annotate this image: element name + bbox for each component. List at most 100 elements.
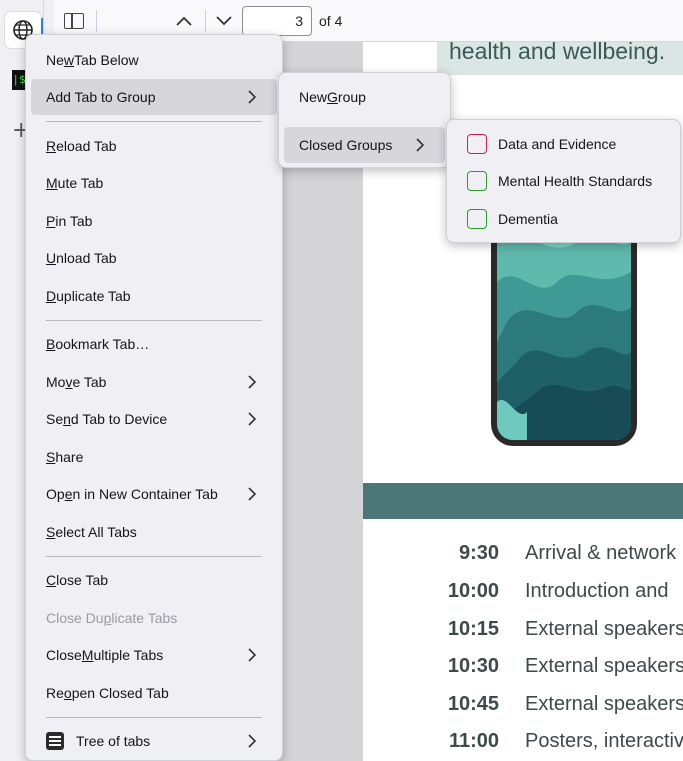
menu-label: Ne (46, 52, 64, 68)
schedule-text: Introduction and (525, 580, 669, 602)
schedule-row: 11:00 Posters, interactiv (363, 730, 683, 760)
group-color-swatch (467, 209, 487, 229)
schedule-time: 10:00 (447, 580, 499, 602)
menu-item-reload-tab[interactable]: Reload Tab (31, 128, 277, 164)
access-key: S (46, 449, 56, 465)
access-key: M (81, 647, 94, 663)
page-count-label: of 4 (319, 13, 343, 29)
sidebar-toggle-icon[interactable] (64, 13, 84, 29)
menu-label: hare (55, 449, 84, 465)
chevron-right-icon (248, 90, 257, 104)
menu-separator (46, 320, 262, 321)
schedule-text: External speakers (525, 618, 683, 640)
access-key: w (63, 52, 75, 68)
access-key: p (103, 610, 112, 626)
page-number-input[interactable]: 3 (242, 6, 312, 36)
menu-item-close-duplicate-tabs[interactable]: Close Du p licate Tabs (31, 600, 277, 636)
menu-label: Tab Below (74, 52, 139, 68)
previous-page-button[interactable] (172, 10, 196, 32)
menu-item-share[interactable]: Share (31, 439, 277, 475)
schedule-time: 10:45 (447, 693, 499, 715)
menu-label: Data and Evidence (498, 136, 617, 152)
menu-item-duplicate-tab[interactable]: Duplicate Tab (31, 278, 277, 314)
schedule-time: 10:30 (447, 655, 499, 677)
terminal-tab-icon[interactable]: |$ (12, 70, 26, 90)
menu-item-group-mental-health-standards[interactable]: Mental Health Standards (452, 163, 675, 199)
schedule-time: 11:00 (448, 730, 499, 752)
schedule-row: 9:30 Arrival & network (363, 542, 683, 572)
access-key: e (64, 486, 73, 502)
access-key: P (46, 213, 56, 229)
menu-item-group-dementia[interactable]: Dementia (452, 201, 675, 237)
section-divider-bar (363, 483, 683, 519)
access-key: C (46, 572, 57, 588)
chevron-right-icon (248, 412, 257, 426)
chevron-right-icon (416, 138, 425, 152)
menu-item-bookmark-tab[interactable]: Bookmark Tab… (31, 326, 277, 362)
menu-label: uplicate Tab (56, 288, 131, 304)
add-to-group-submenu: New Group Closed Groups (278, 72, 451, 168)
menu-item-pin-tab[interactable]: Pin Tab (31, 203, 277, 239)
menu-label: Mo (46, 374, 66, 390)
chevron-right-icon (248, 487, 257, 501)
menu-label: Se (46, 411, 64, 427)
menu-item-close-multiple-tabs[interactable]: Close Multiple Tabs (31, 637, 277, 673)
menu-separator (46, 121, 262, 122)
menu-label: Close (46, 647, 82, 663)
group-color-swatch (467, 171, 487, 191)
menu-item-tree-of-tabs[interactable]: Tree of tabs (31, 723, 277, 759)
next-page-button[interactable] (212, 10, 236, 32)
menu-item-group-data-and-evidence[interactable]: Data and Evidence (452, 126, 675, 162)
access-key: G (327, 89, 338, 105)
closed-groups-submenu: Data and Evidence Mental Health Standard… (446, 119, 681, 243)
menu-label: Closed Groups (299, 137, 393, 153)
menu-item-add-tab-to-group[interactable]: Add Tab to Group (31, 79, 277, 115)
menu-label: ookmark Tab… (55, 336, 150, 352)
menu-label: ultiple Tabs (93, 647, 164, 663)
menu-label: d Tab to Device (70, 411, 168, 427)
menu-label: in Tab (55, 213, 93, 229)
schedule-row: 10:45 External speakers (363, 693, 683, 723)
group-color-swatch (467, 134, 487, 154)
chevron-down-icon (216, 16, 232, 26)
menu-label: Dementia (498, 211, 558, 227)
menu-label: ute Tab (57, 175, 104, 191)
menu-label: Close Du (46, 610, 104, 626)
menu-item-reopen-closed-tab[interactable]: Re o pen Closed Tab (31, 675, 277, 711)
menu-label: e Tab (72, 374, 107, 390)
access-key: o (63, 685, 72, 701)
menu-item-new-tab-below[interactable]: Ne w Tab Below (31, 42, 277, 78)
menu-label: elect All Tabs (55, 524, 137, 540)
menu-item-unload-tab[interactable]: Unload Tab (31, 240, 277, 276)
schedule-text: External speakers (525, 693, 683, 715)
chevron-up-icon (176, 16, 192, 26)
menu-item-select-all-tabs[interactable]: Select All Tabs (31, 514, 277, 550)
access-key: n (63, 411, 71, 427)
access-key: S (46, 524, 56, 540)
menu-item-open-in-container-tab[interactable]: Op e n in New Container Tab (31, 476, 277, 512)
schedule-row: 10:00 Introduction and (363, 580, 683, 610)
menu-label: Tree of tabs (76, 733, 151, 749)
menu-label: Add Tab to Group (46, 89, 156, 105)
schedule-text: Arrival & network (525, 542, 677, 564)
phone-illustration (491, 222, 637, 446)
menu-label: Re (46, 685, 64, 701)
menu-item-closed-groups[interactable]: Closed Groups (284, 127, 445, 163)
access-key: B (46, 336, 56, 352)
menu-item-mute-tab[interactable]: Mute Tab (31, 165, 277, 201)
schedule-time: 9:30 (458, 542, 499, 564)
chevron-right-icon (248, 375, 257, 389)
toolbar-separator (96, 10, 97, 32)
wave-art-image (497, 222, 631, 440)
menu-label: New (299, 89, 328, 105)
menu-label: licate Tabs (111, 610, 178, 626)
menu-item-send-tab-to-device[interactable]: Se n d Tab to Device (31, 401, 277, 437)
access-key: v (65, 374, 73, 390)
menu-item-close-tab[interactable]: Close Tab (31, 562, 277, 598)
menu-item-move-tab[interactable]: Mo v e Tab (31, 364, 277, 400)
menu-label: eload Tab (56, 138, 117, 154)
schedule-text: External speakers (525, 655, 683, 677)
menu-item-new-group[interactable]: New Group (284, 79, 445, 115)
menu-label: nload Tab (56, 250, 117, 266)
schedule-time: 10:15 (447, 618, 499, 640)
